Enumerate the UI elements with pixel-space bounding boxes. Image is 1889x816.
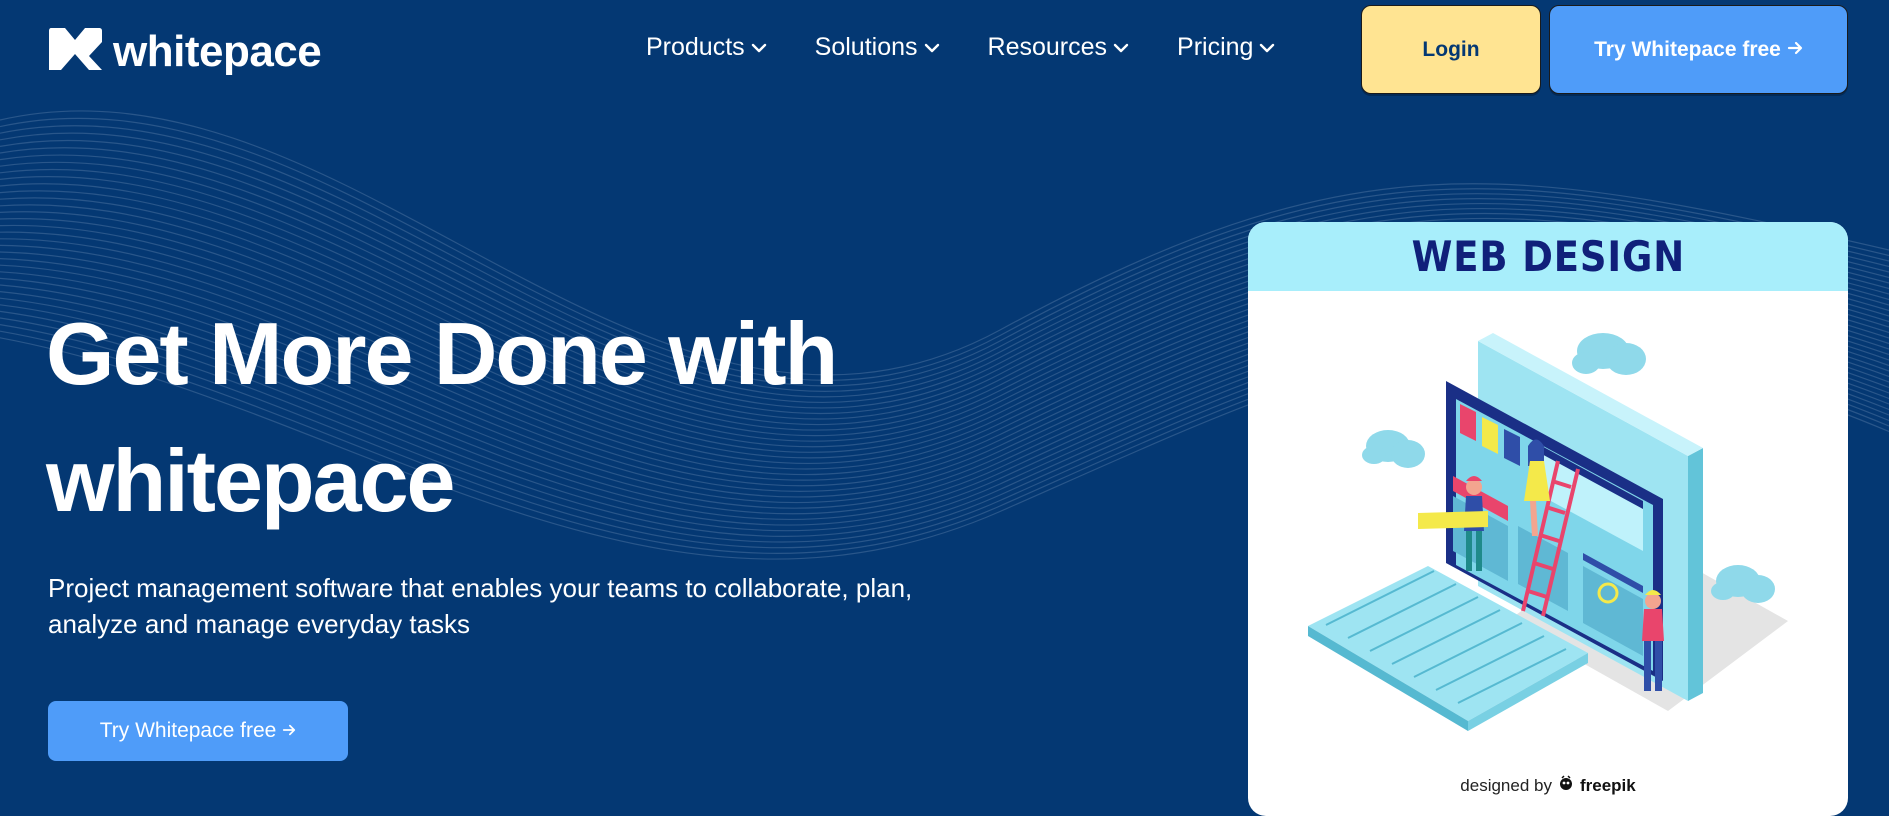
hero-subtitle-line-1: Project management software that enables… <box>48 573 913 603</box>
web-design-isometric-illustration <box>1308 333 1788 731</box>
hero-subtitle-line-2: analyze and manage everyday tasks <box>48 609 471 639</box>
nav-item-pricing[interactable]: Pricing <box>1177 33 1275 62</box>
top-navigation-bar: whitepace Products Solutions Resources P… <box>0 0 1889 100</box>
try-free-label: Try Whitepace free <box>1594 37 1781 61</box>
chevron-down-icon <box>924 42 940 54</box>
nav-item-label: Solutions <box>814 33 918 61</box>
freepik-logo-icon <box>1558 775 1574 796</box>
web-design-illustration-card: WEB DESIGN designed by freepik <box>1248 222 1848 816</box>
chevron-down-icon <box>1113 42 1129 54</box>
brand-logo[interactable]: whitepace <box>47 26 322 77</box>
whitepace-logo-icon <box>47 26 103 77</box>
arrow-right-icon <box>282 719 296 743</box>
nav-item-products[interactable]: Products <box>646 33 767 62</box>
try-free-label: Try Whitepace free <box>99 719 277 742</box>
image-credit: designed by freepik <box>1248 775 1848 796</box>
nav-item-resources[interactable]: Resources <box>988 33 1130 62</box>
nav-item-label: Resources <box>987 33 1108 61</box>
nav-item-label: Products <box>646 33 745 61</box>
hero-title-line-1: Get More Done with <box>46 304 838 403</box>
chevron-down-icon <box>751 42 767 54</box>
card-header: WEB DESIGN <box>1248 222 1848 291</box>
try-free-hero-button[interactable]: Try Whitepace free <box>48 701 348 761</box>
hero-title-line-2: whitepace <box>46 431 455 530</box>
login-button[interactable]: Login <box>1361 5 1541 94</box>
card-heading: WEB DESIGN <box>1411 232 1685 281</box>
credit-prefix: designed by <box>1460 775 1552 795</box>
credit-brand: freepik <box>1579 775 1636 795</box>
logo-text: whitepace <box>113 26 322 76</box>
try-free-header-button[interactable]: Try Whitepace free <box>1549 5 1848 94</box>
hero-title: Get More Done with whitepace <box>46 290 986 544</box>
chevron-down-icon <box>1259 42 1275 54</box>
hero-subtitle: Project management software that enables… <box>48 570 1008 642</box>
main-nav: Products Solutions Resources Pricing <box>646 33 1323 62</box>
nav-item-solutions[interactable]: Solutions <box>815 33 940 62</box>
arrow-right-icon <box>1787 38 1803 62</box>
nav-item-label: Pricing <box>1177 33 1254 61</box>
